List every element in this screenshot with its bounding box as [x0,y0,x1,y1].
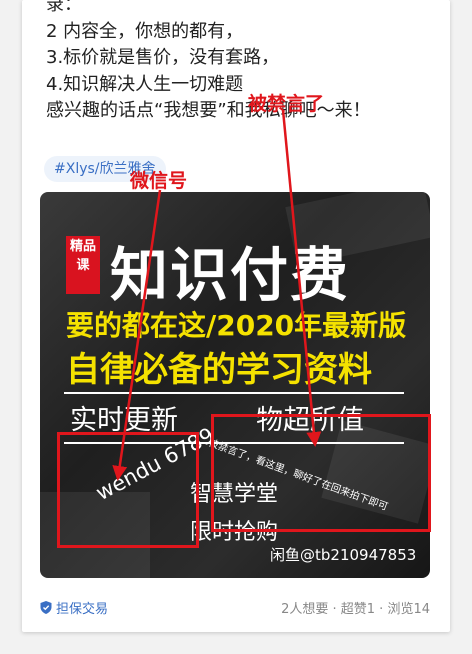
annotation-banned: 被禁言了 [248,93,325,115]
highlight-box-note [211,414,431,532]
post-stats: 2人想要 · 超赞1 · 浏览14 [281,602,430,617]
premium-course-badge: 精品课 [66,236,100,294]
description-line: 3.标价就是售价，没有套路， [46,47,280,68]
image-subtitle: 要的都在这/2020年最新版 [66,309,407,342]
description-line: 2 内容全，你想的都有， [46,20,244,42]
shield-icon [40,601,52,614]
annotation-wechat: 微信号 [130,170,188,192]
post-description: 录： 2 内容全，你想的都有， 3.标价就是售价，没有套路， 4.知识解决人生一… [46,0,436,125]
guarantee-link[interactable]: 担保交易 [40,598,108,617]
description-line: 感兴趣的话点“我想要”和我私聊吧～来！ [46,100,371,121]
highlight-box-wechat [57,432,199,548]
description-line: 4.知识解决人生一切难题 [46,73,244,95]
image-subtitle-highlight: 自律必备的学习资料 [66,350,372,390]
description-line: 录： [46,0,82,15]
image-watermark: 闲鱼@tb210947853 [270,546,417,564]
image-title: 知识付费 [110,241,351,309]
divider [64,392,404,394]
post-footer: 担保交易 2人想要 · 超赞1 · 浏览14 [40,598,432,618]
guarantee-label: 担保交易 [56,602,109,617]
